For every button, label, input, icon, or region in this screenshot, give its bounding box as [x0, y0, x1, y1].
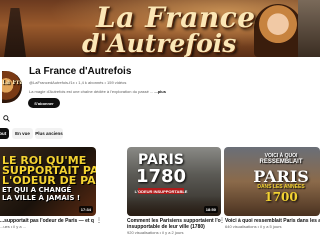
banner-title-line2: d'Autrefois: [82, 29, 237, 57]
subscribe-button[interactable]: S'abonner: [28, 98, 60, 108]
channel-banner: La France d'Autrefois: [0, 0, 320, 57]
banner-tower-right: [298, 0, 320, 57]
video-thumbnail-2[interactable]: PARIS 1780 L'ODEUR INSUPPORTABLE 18:50: [127, 147, 221, 216]
tab-oldest[interactable]: Plus anciens: [35, 128, 63, 139]
description-more-link[interactable]: ...plus: [154, 89, 166, 94]
filter-tabs: Tout En vue Plus anciens: [0, 128, 320, 142]
thumb-tag: L'ODEUR INSUPPORTABLE: [134, 188, 188, 194]
thumb-text: L'ODEUR DE PARIS: [2, 174, 96, 187]
video-meta-3: 640 visualisations • il y a 5 jours: [225, 224, 282, 229]
video-duration: 18:50: [203, 206, 218, 213]
banner-portrait: [254, 4, 302, 57]
thumb-text: ET QUI A CHANGÉ: [2, 186, 72, 194]
video-duration: 17:34: [78, 206, 93, 213]
video-meta-1: ...ues • il y a ...: [0, 224, 27, 229]
video-meta-2: 920 visualisations • il y a 2 jours: [127, 230, 184, 235]
video-thumbnail-3[interactable]: VOICI À QUOI RESSEMBLAIT PARIS DANS LES …: [224, 147, 320, 216]
channel-name: La France d'Autrefois: [29, 66, 132, 77]
video-thumbnail-1[interactable]: LE ROI QU'ME SUPPORTAIT PAS L'ODEUR DE P…: [0, 147, 96, 216]
thumb-text: LA VILLE À JAMAIS !: [2, 194, 81, 202]
channel-description[interactable]: La magie d'Autrefois est une chaîne dédi…: [29, 89, 166, 94]
search-icon[interactable]: [3, 115, 10, 122]
channel-avatar[interactable]: [2, 71, 22, 103]
tab-all[interactable]: Tout: [0, 128, 9, 139]
video-menu-icon[interactable]: ⋮: [96, 218, 102, 224]
thumb-text: 1700: [264, 190, 298, 204]
avatar-text: La France: [2, 80, 22, 86]
channel-description-text: La magie d'Autrefois est une chaîne dédi…: [29, 89, 154, 94]
channel-meta: @LaFrancedAutrefois-f1x • 1,4 k abonnés …: [29, 80, 127, 85]
thumb-text: 1780: [135, 166, 187, 187]
tab-trending[interactable]: En vue: [12, 128, 33, 139]
thumb-text: RESSEMBLAIT: [259, 159, 303, 165]
